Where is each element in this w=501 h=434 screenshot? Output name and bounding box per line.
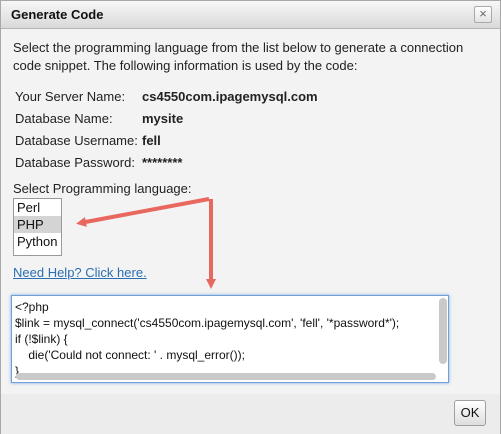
code-snippet-textarea[interactable]: <?php $link = mysql_connect('cs4550com.i… bbox=[11, 295, 449, 383]
dialog-titlebar[interactable]: Generate Code × bbox=[1, 1, 500, 29]
language-option-python[interactable]: Python bbox=[14, 233, 61, 250]
code-snippet-text[interactable]: <?php $link = mysql_connect('cs4550com.i… bbox=[15, 299, 435, 379]
info-row-username: Database Username: fell bbox=[15, 130, 318, 152]
info-label: Database Password: bbox=[15, 155, 135, 170]
close-icon[interactable]: × bbox=[474, 6, 492, 23]
horizontal-scrollbar[interactable] bbox=[16, 373, 436, 380]
info-value: mysite bbox=[142, 111, 184, 126]
info-label: Database Name: bbox=[15, 111, 113, 126]
ok-button[interactable]: OK bbox=[454, 400, 486, 426]
language-heading: Select Programming language: bbox=[13, 181, 192, 196]
dialog-title: Generate Code bbox=[11, 7, 104, 22]
info-row-database: Database Name: mysite bbox=[15, 108, 318, 130]
dialog-content: Select the programming language from the… bbox=[1, 29, 500, 394]
info-value: fell bbox=[142, 133, 161, 148]
vertical-scrollbar[interactable] bbox=[439, 298, 447, 364]
help-link[interactable]: Need Help? Click here. bbox=[13, 265, 147, 280]
language-option-perl[interactable]: Perl bbox=[14, 199, 61, 216]
info-row-password: Database Password: ******** bbox=[15, 152, 318, 174]
info-value: cs4550com.ipagemysql.com bbox=[142, 89, 318, 104]
connection-info-table: Your Server Name: cs4550com.ipagemysql.co… bbox=[15, 86, 318, 174]
info-row-server: Your Server Name: cs4550com.ipagemysql.co… bbox=[15, 86, 318, 108]
info-label: Database Username: bbox=[15, 133, 138, 148]
info-value: ******** bbox=[142, 155, 183, 170]
language-option-php[interactable]: PHP bbox=[14, 216, 61, 233]
language-listbox[interactable]: Perl PHP Python bbox=[13, 198, 62, 256]
dialog-footer: OK bbox=[1, 394, 500, 434]
intro-text: Select the programming language from the… bbox=[13, 40, 464, 73]
info-label: Your Server Name: bbox=[15, 89, 126, 104]
generate-code-dialog: Generate Code × Select the programming l… bbox=[0, 0, 501, 434]
